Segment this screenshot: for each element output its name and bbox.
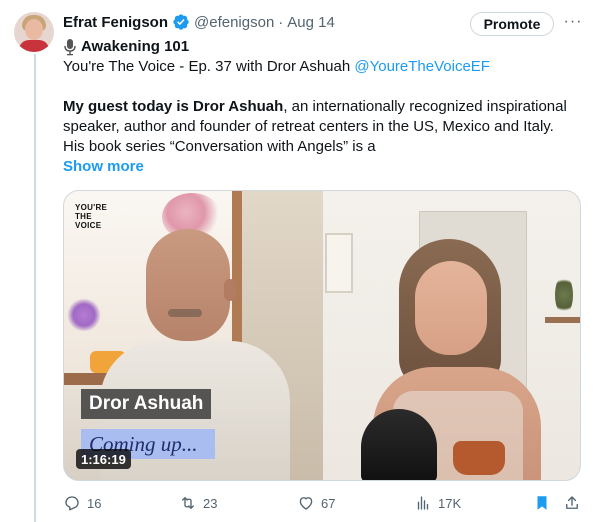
tweet-title-row: Awakening 101 <box>63 37 189 57</box>
verified-badge-icon <box>173 14 189 30</box>
views-count: 17K <box>438 495 462 511</box>
more-dots-icon[interactable]: ··· <box>562 13 584 30</box>
tweet-body: My guest today is Dror Ashuah, an intern… <box>63 97 567 157</box>
like-button[interactable]: 67 <box>297 494 335 512</box>
like-count: 67 <box>321 495 336 511</box>
share-icon <box>566 496 578 509</box>
share-button[interactable] <box>563 494 587 512</box>
tweet-title: Awakening 101 <box>81 38 190 55</box>
avatar-face <box>25 19 43 40</box>
mention-link[interactable]: @YoureTheVoiceEF <box>354 58 490 75</box>
shelf-plant <box>555 275 573 315</box>
reply-button[interactable]: 16 <box>63 494 101 512</box>
avatar[interactable] <box>14 12 54 52</box>
host-face <box>415 261 487 355</box>
avatar-shirt <box>19 40 49 52</box>
bookmark-icon <box>537 496 547 510</box>
guest-mustache <box>168 309 202 317</box>
body-line3: His book series “Conversation with Angel… <box>63 138 376 155</box>
wall-frame <box>325 233 353 293</box>
promote-button[interactable]: Promote <box>470 12 554 36</box>
tweet-subtitle: You're The Voice - Ep. 37 with Dror Ashu… <box>63 57 490 77</box>
flowers-purple <box>66 299 102 331</box>
reply-icon <box>65 496 79 511</box>
tweet-header: Efrat Fenigson @efenigson · Aug 14 <box>63 12 335 32</box>
microphone-body <box>361 409 437 480</box>
body-line1: , an internationally recognized inspirat… <box>283 98 567 115</box>
microphone-icon <box>64 39 76 56</box>
post-date[interactable]: Aug 14 <box>287 14 335 31</box>
shelf <box>545 317 580 323</box>
author-name[interactable]: Efrat Fenigson <box>63 14 168 31</box>
guest-name-tag: Dror Ashuah <box>81 389 212 419</box>
reply-count: 16 <box>87 495 102 511</box>
video-duration: 1:16:19 <box>76 449 131 469</box>
repost-count: 23 <box>203 495 218 511</box>
views-chart-icon <box>417 496 429 510</box>
guest-head <box>146 229 230 341</box>
subtitle-text: You're The Voice - Ep. 37 with Dror Ashu… <box>63 58 355 75</box>
show-more-link[interactable]: Show more <box>63 157 144 177</box>
tweet-actions: 16 23 67 17K <box>63 494 585 514</box>
header-separator: · <box>278 13 284 31</box>
repost-button[interactable]: 23 <box>179 494 217 512</box>
body-bold: My guest today is Dror Ashuah <box>63 98 284 115</box>
video-player[interactable]: YOU'RE THE VOICE Dror Ashuah Coming up..… <box>63 190 581 481</box>
thread-line <box>34 54 36 522</box>
bookmark-button[interactable] <box>533 494 557 512</box>
video-pane-host <box>323 191 580 480</box>
body-line2: speaker, author and founder of retreat c… <box>63 118 554 135</box>
views-button[interactable]: 17K <box>414 494 461 512</box>
heart-icon <box>299 497 313 510</box>
author-handle[interactable]: @efenigson <box>194 14 274 31</box>
repost-icon <box>182 497 194 509</box>
guest-ear <box>224 279 236 301</box>
podcast-logo: YOU'RE THE VOICE <box>75 203 108 230</box>
coffee-cup <box>453 441 505 475</box>
video-pane-guest: YOU'RE THE VOICE Dror Ashuah Coming up..… <box>64 191 323 480</box>
